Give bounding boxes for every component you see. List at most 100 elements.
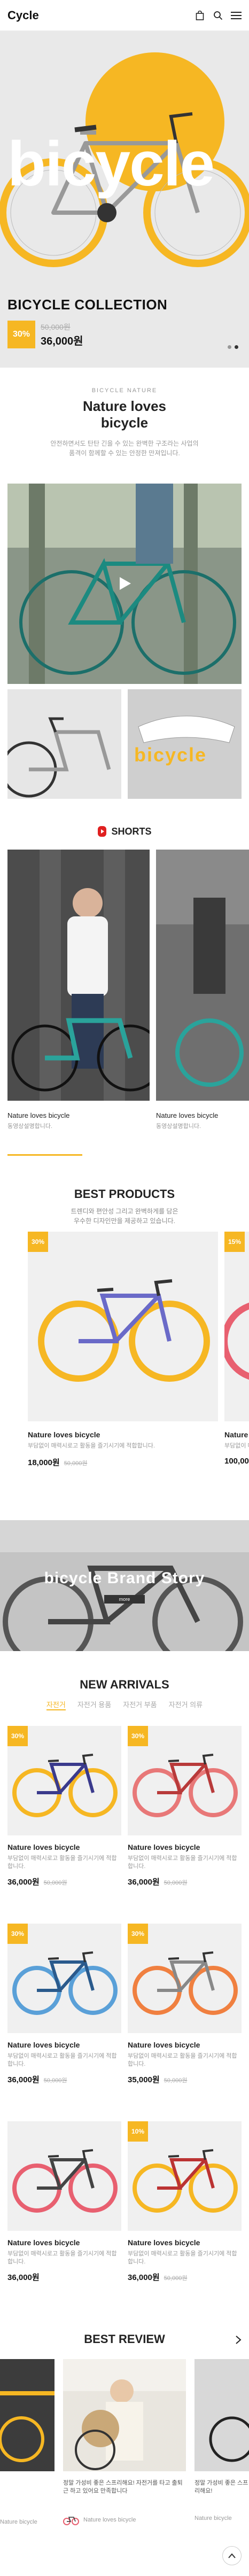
product-name: Nature loves bicycle xyxy=(128,1843,200,1851)
product-price: 36,000원 xyxy=(7,2273,40,2282)
new-arrival-info[interactable]: Nature loves bicycle 부담없이 매력시로고 활동을 즐기시기… xyxy=(7,1843,121,1887)
review-product-name: Nature bicycle xyxy=(0,2519,37,2525)
review-text: 정말 가성비 좋은 스프리해요! xyxy=(194,2480,248,2494)
review-1-info[interactable]: Nature bicycle xyxy=(0,2517,55,2526)
shorts-title: SHORTS xyxy=(111,826,152,837)
gallery-tile-2[interactable]: bicycle xyxy=(128,689,242,799)
review-product-name: Nature loves bicycle xyxy=(83,2516,136,2523)
brand-story-banner[interactable]: bicycle Brand Story more xyxy=(0,1520,249,1651)
new-arrival-info[interactable]: Nature loves bicycle 부담없이 매력시로고 활동을 즐기시기… xyxy=(128,2238,242,2283)
new-arrival-info[interactable]: Nature loves bicycle 부담없이 매력시로고 활동을 즐기시기… xyxy=(128,2041,242,2085)
new-arrival-image[interactable]: 30% xyxy=(7,1726,121,1835)
logo[interactable]: Cycle xyxy=(7,9,194,22)
intro-section: BICYCLE NATURE Nature loves bicycle 안전하면… xyxy=(0,387,249,458)
brand-story-more-button[interactable]: more xyxy=(104,1595,145,1604)
product-name: Nature loves bicycle xyxy=(128,2041,200,2049)
product-price: 100,000 xyxy=(224,1457,249,1466)
discount-badge: 15% xyxy=(224,1232,245,1252)
review-2-info[interactable]: 정말 가성비 좋은 스프리해요! 자전거를 타고 출퇴근 하고 있어요 만족합니… xyxy=(63,2479,186,2525)
product-name: Nature loves bicycle xyxy=(224,1430,249,1439)
gallery-tile-1[interactable] xyxy=(7,689,121,799)
tab-bicycle-parts[interactable]: 자전거 부품 xyxy=(123,1699,157,1710)
product-name: Nature loves bicycle xyxy=(128,2238,200,2247)
best-products-desc-line1: 트렌디와 편안성 그리고 완벽하게를 담은 xyxy=(71,1208,178,1215)
new-arrival-info[interactable]: Nature loves bicycle 부담없이 매력시로고 활동을 즐기시기… xyxy=(7,2238,121,2283)
shorts-card-1-info[interactable]: Nature loves bicycle 동영상설명합니다. xyxy=(7,1111,69,1131)
hero-price: 36,000원 xyxy=(41,335,83,347)
menu-icon[interactable] xyxy=(231,10,242,21)
product-desc: 부담없이 매력시로고 활동을 즐기시기에 적합합니다. xyxy=(128,2053,237,2067)
discount-badge: 30% xyxy=(7,321,35,348)
intro-title-line1: Nature loves xyxy=(82,398,167,414)
intro-desc-line2: 품격이 함께할 수 있는 안정한 만져입니다. xyxy=(69,449,180,457)
shorts-card-2-image[interactable] xyxy=(156,850,249,1101)
product-price: 35,000원 xyxy=(128,2075,160,2084)
review-2-image[interactable] xyxy=(63,2359,186,2471)
hero-banner[interactable]: bicycle xyxy=(0,31,249,368)
header: Cycle xyxy=(0,0,249,31)
best-product-2-info[interactable]: Nature loves bicycle 부담없이 매력시로고 활동을 100,… xyxy=(224,1430,249,1466)
chevron-right-icon[interactable] xyxy=(235,2335,242,2345)
new-arrival-image[interactable]: 30% xyxy=(7,1924,121,2033)
best-product-1-image[interactable]: 30% xyxy=(28,1232,218,1421)
shorts-card-desc: 동영상설명합니다. xyxy=(156,1123,201,1130)
best-product-1-info[interactable]: Nature loves bicycle 부담없이 매력시로고 활동을 즐기시기… xyxy=(28,1430,218,1468)
slide-dot-active[interactable] xyxy=(235,345,238,349)
new-arrival-image[interactable]: 30% xyxy=(128,1924,242,2033)
product-price: 36,000원 xyxy=(7,1878,40,1887)
shorts-card-2-info[interactable]: Nature loves bicycle 동영상설명합니다. xyxy=(156,1111,218,1131)
product-price: 36,000원 xyxy=(7,2075,40,2084)
tab-bicycle-clothing[interactable]: 자전거 의류 xyxy=(169,1699,203,1710)
review-text: 정말 가성비 좋은 스프리해요! 자전거를 타고 출퇴근 하고 있어요 만족합니… xyxy=(63,2480,183,2494)
review-product-thumb xyxy=(63,2515,79,2525)
shorts-card-desc: 동영상설명합니다. xyxy=(7,1123,53,1130)
shorts-card-1-image[interactable] xyxy=(7,850,150,1101)
slide-dot[interactable] xyxy=(228,345,231,349)
review-3-info[interactable]: 정말 가성비 좋은 스프리해요! Nature bicycle xyxy=(194,2479,249,2523)
intro-video[interactable] xyxy=(7,484,242,684)
hero-big-word: bicycle xyxy=(7,129,215,199)
play-icon[interactable] xyxy=(116,575,133,592)
gallery-tile-text: bicycle xyxy=(134,744,207,766)
discount-badge: 10% xyxy=(128,2121,148,2142)
shopping-bag-icon[interactable] xyxy=(194,10,205,21)
shorts-card-name: Nature loves bicycle xyxy=(7,1111,70,1119)
product-desc: 부담없이 매력시로고 활동을 즐기시기에 적합합니다. xyxy=(128,1855,237,1870)
best-product-2-image[interactable]: 15% xyxy=(224,1232,249,1421)
product-price: 36,000원 xyxy=(128,1878,160,1887)
search-icon[interactable] xyxy=(213,10,223,21)
discount-badge: 30% xyxy=(128,1924,148,1944)
product-price: 36,000원 xyxy=(128,2273,160,2282)
intro-desc-line1: 안전하면서도 탄탄 긴을 수 있는 완벽한 구조라는 사업의 xyxy=(50,440,199,447)
intro-title-line2: bicycle xyxy=(100,415,149,431)
product-old-price: 50,000원 xyxy=(164,2275,188,2282)
hero-slide-dots[interactable] xyxy=(228,345,238,349)
new-arrival-image[interactable]: 30% xyxy=(128,1726,242,1835)
product-desc: 부담없이 매력시로고 활동을 즐기시기에 적합합니다. xyxy=(7,2251,117,2265)
new-arrival-image[interactable] xyxy=(7,2121,121,2231)
discount-badge: 30% xyxy=(28,1232,48,1252)
new-arrival-image[interactable]: 10% xyxy=(128,2121,242,2231)
new-arrival-info[interactable]: Nature loves bicycle 부담없이 매력시로고 활동을 즐기시기… xyxy=(128,1843,242,1887)
new-arrivals-tabs[interactable]: 자전거 자전거 용품 자전거 부품 자전거 의류 xyxy=(0,1699,249,1710)
discount-badge: 30% xyxy=(7,1726,28,1746)
product-desc: 부담없이 매력시로고 활동을 xyxy=(224,1443,249,1449)
new-arrival-info[interactable]: Nature loves bicycle 부담없이 매력시로고 활동을 즐기시기… xyxy=(7,2041,121,2085)
shorts-logo-icon xyxy=(97,826,107,837)
review-3-image[interactable] xyxy=(194,2359,249,2471)
tab-bicycle[interactable]: 자전거 xyxy=(46,1699,66,1710)
best-products-heading: BEST PRODUCTS 트렌디와 편안성 그리고 완벽하게를 담은 우수한 … xyxy=(0,1187,249,1226)
product-name: Nature loves bicycle xyxy=(7,1843,80,1851)
review-1-image[interactable] xyxy=(0,2359,55,2471)
tab-bicycle-goods[interactable]: 자전거 용품 xyxy=(77,1699,111,1710)
hero-old-price: 50,000원 xyxy=(41,322,71,331)
product-old-price: 50,000원 xyxy=(64,1460,88,1467)
new-arrivals-title: NEW ARRIVALS xyxy=(80,1678,169,1691)
product-old-price: 50,000원 xyxy=(164,2077,188,2084)
product-desc: 부담없이 매력시로고 활동을 즐기시기에 적합합니다. xyxy=(28,1443,155,1449)
discount-badge: 30% xyxy=(7,1924,28,1944)
best-review-title: BEST REVIEW xyxy=(84,2332,165,2346)
product-name: Nature loves bicycle xyxy=(7,2041,80,2049)
discount-badge: 30% xyxy=(128,1726,148,1746)
scroll-top-button[interactable] xyxy=(222,2546,242,2565)
